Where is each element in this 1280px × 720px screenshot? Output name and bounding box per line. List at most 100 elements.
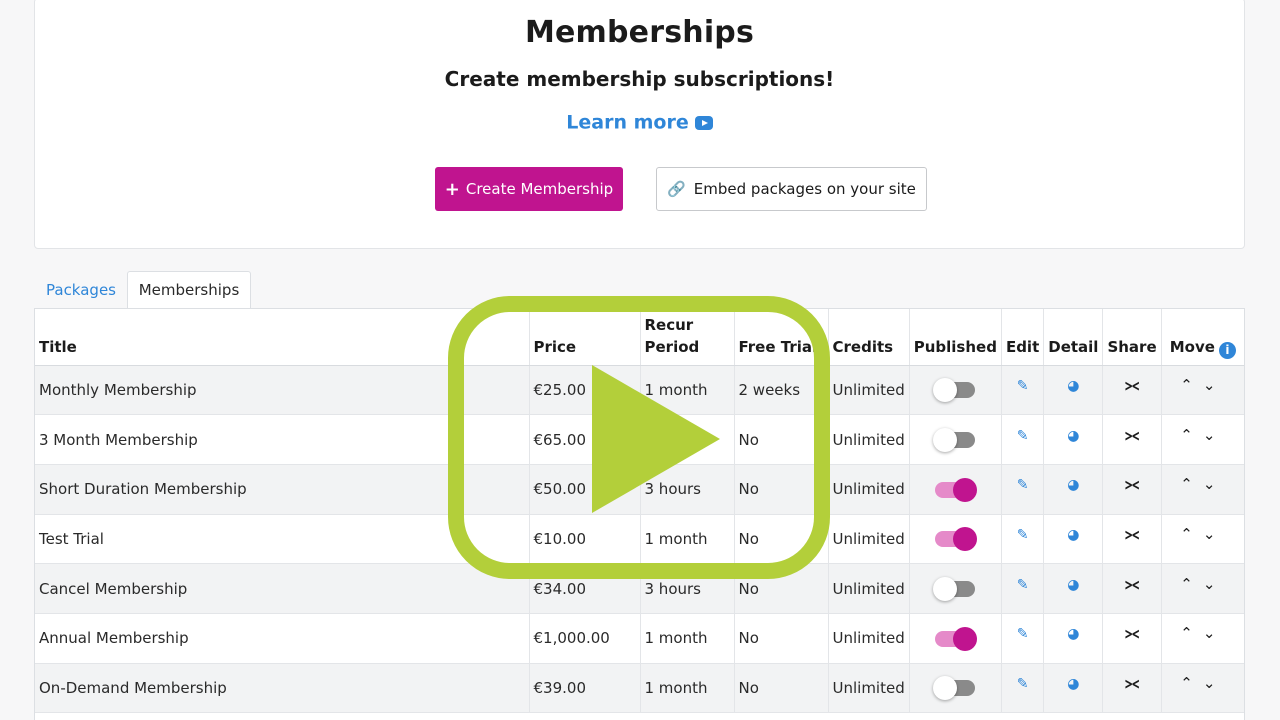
toggle-knob <box>933 428 958 453</box>
table-row: On-Demand Membership €39.00 1 month No Unlim… <box>35 663 1244 714</box>
header-credits[interactable]: Credits <box>828 309 910 366</box>
row-edit-cell: ✎ <box>1001 613 1045 664</box>
toggle-knob <box>933 378 958 403</box>
share-icon[interactable]: ⪥ <box>1125 524 1139 543</box>
row-credits: Unlimited <box>828 613 910 664</box>
create-membership-button[interactable]: + Create Membership <box>435 167 623 211</box>
row-edit-cell: ✎ <box>1001 414 1045 465</box>
toggle-knob <box>933 577 958 602</box>
published-toggle[interactable] <box>933 428 976 453</box>
row-title: Cancel Membership <box>35 563 530 614</box>
page-subtitle: Create membership subscriptions! <box>444 67 835 91</box>
row-title: On-Demand Membership <box>35 663 530 714</box>
row-detail-cell: ◕ <box>1043 365 1104 416</box>
gauge-icon[interactable]: ◕ <box>1067 626 1079 642</box>
chevron-up-icon[interactable]: ⌃ <box>1180 624 1203 642</box>
share-icon[interactable]: ⪥ <box>1125 623 1139 642</box>
chevron-down-icon[interactable]: ⌄ <box>1203 674 1226 692</box>
published-toggle[interactable] <box>935 626 978 651</box>
chevron-down-icon[interactable]: ⌄ <box>1203 475 1226 493</box>
plus-icon: + <box>444 178 460 200</box>
share-icon[interactable]: ⪥ <box>1125 375 1139 394</box>
row-detail-cell: ◕ <box>1043 414 1104 465</box>
row-credits: Unlimited <box>828 514 910 565</box>
row-detail-cell: ◕ <box>1043 663 1104 714</box>
row-detail-cell: ◕ <box>1043 464 1104 515</box>
row-title: Annual Membership <box>35 613 530 664</box>
row-move-cell: ⌃⌄ <box>1161 464 1244 515</box>
row-edit-cell: ✎ <box>1001 514 1045 565</box>
edit-icon[interactable]: ✎ <box>1017 477 1029 493</box>
row-share-cell: ⪥ <box>1102 663 1162 714</box>
edit-icon[interactable]: ✎ <box>1017 527 1029 543</box>
toggle-knob <box>953 527 978 552</box>
published-toggle[interactable] <box>935 477 978 502</box>
header-published[interactable]: Published <box>909 309 1002 366</box>
chevron-up-icon[interactable]: ⌃ <box>1180 376 1203 394</box>
youtube-icon <box>694 115 713 130</box>
chevron-down-icon[interactable]: ⌄ <box>1203 624 1226 642</box>
chevron-up-icon[interactable]: ⌃ <box>1180 575 1203 593</box>
row-share-cell: ⪥ <box>1102 414 1162 465</box>
create-membership-label: Create Membership <box>465 180 614 198</box>
share-icon[interactable]: ⪥ <box>1125 673 1139 692</box>
toggle-knob <box>953 477 978 502</box>
chevron-down-icon[interactable]: ⌄ <box>1203 426 1226 444</box>
link-icon: 🔗 <box>667 180 686 198</box>
row-share-cell: ⪥ <box>1102 464 1162 515</box>
header-detail: Detail <box>1043 309 1104 366</box>
info-icon[interactable]: i <box>1218 341 1236 359</box>
chevron-up-icon[interactable]: ⌃ <box>1180 525 1203 543</box>
row-move-cell: ⌃⌄ <box>1161 514 1244 565</box>
chevron-up-icon[interactable]: ⌃ <box>1180 674 1203 692</box>
embed-packages-label: Embed packages on your site <box>693 180 916 198</box>
tab-memberships[interactable]: Memberships <box>127 271 251 309</box>
row-credits: Unlimited <box>828 563 910 614</box>
row-published-cell <box>909 663 1002 714</box>
row-detail-cell: ◕ <box>1043 613 1104 664</box>
header-edit: Edit <box>1001 309 1045 366</box>
chevron-up-icon[interactable]: ⌃ <box>1180 475 1203 493</box>
chevron-down-icon[interactable]: ⌄ <box>1203 575 1226 593</box>
tab-packages[interactable]: Packages <box>35 271 127 309</box>
gauge-icon[interactable]: ◕ <box>1067 527 1079 543</box>
share-icon[interactable]: ⪥ <box>1125 474 1139 493</box>
gauge-icon[interactable]: ◕ <box>1067 676 1079 692</box>
chevron-down-icon[interactable]: ⌄ <box>1203 525 1226 543</box>
gauge-icon[interactable]: ◕ <box>1067 428 1079 444</box>
edit-icon[interactable]: ✎ <box>1017 428 1029 444</box>
row-detail-cell: ◕ <box>1043 514 1104 565</box>
published-toggle[interactable] <box>935 527 978 552</box>
header-move: Move i <box>1161 309 1244 366</box>
page: Memberships Create membership subscripti… <box>0 0 1280 720</box>
play-icon[interactable] <box>592 365 720 513</box>
share-icon[interactable]: ⪥ <box>1125 425 1139 444</box>
table-row: Annual Membership €1,000.00 1 month No Unlim… <box>35 613 1244 664</box>
gauge-icon[interactable]: ◕ <box>1067 577 1079 593</box>
edit-icon[interactable]: ✎ <box>1017 378 1029 394</box>
published-toggle[interactable] <box>933 577 976 602</box>
published-toggle[interactable] <box>933 676 976 701</box>
gauge-icon[interactable]: ◕ <box>1067 477 1079 493</box>
header-move-label: Move <box>1169 337 1215 356</box>
share-icon[interactable]: ⪥ <box>1125 574 1139 593</box>
edit-icon[interactable]: ✎ <box>1017 577 1029 593</box>
row-move-cell: ⌃⌄ <box>1161 365 1244 416</box>
row-published-cell <box>909 613 1002 664</box>
chevron-down-icon[interactable]: ⌄ <box>1203 376 1226 394</box>
published-toggle[interactable] <box>933 378 976 403</box>
edit-icon[interactable]: ✎ <box>1017 676 1029 692</box>
row-edit-cell: ✎ <box>1001 563 1045 614</box>
row-detail-cell: ◕ <box>1043 563 1104 614</box>
gauge-icon[interactable]: ◕ <box>1067 378 1079 394</box>
chevron-up-icon[interactable]: ⌃ <box>1180 426 1203 444</box>
row-price: €1,000.00 <box>529 613 641 664</box>
row-move-cell: ⌃⌄ <box>1161 663 1244 714</box>
row-published-cell <box>909 563 1002 614</box>
learn-more-label: Learn more <box>566 111 689 134</box>
embed-packages-button[interactable]: 🔗 Embed packages on your site <box>656 167 927 211</box>
edit-icon[interactable]: ✎ <box>1017 626 1029 642</box>
learn-more-link[interactable]: Learn more <box>35 111 1244 134</box>
row-move-cell: ⌃⌄ <box>1161 613 1244 664</box>
row-move-cell: ⌃⌄ <box>1161 414 1244 465</box>
